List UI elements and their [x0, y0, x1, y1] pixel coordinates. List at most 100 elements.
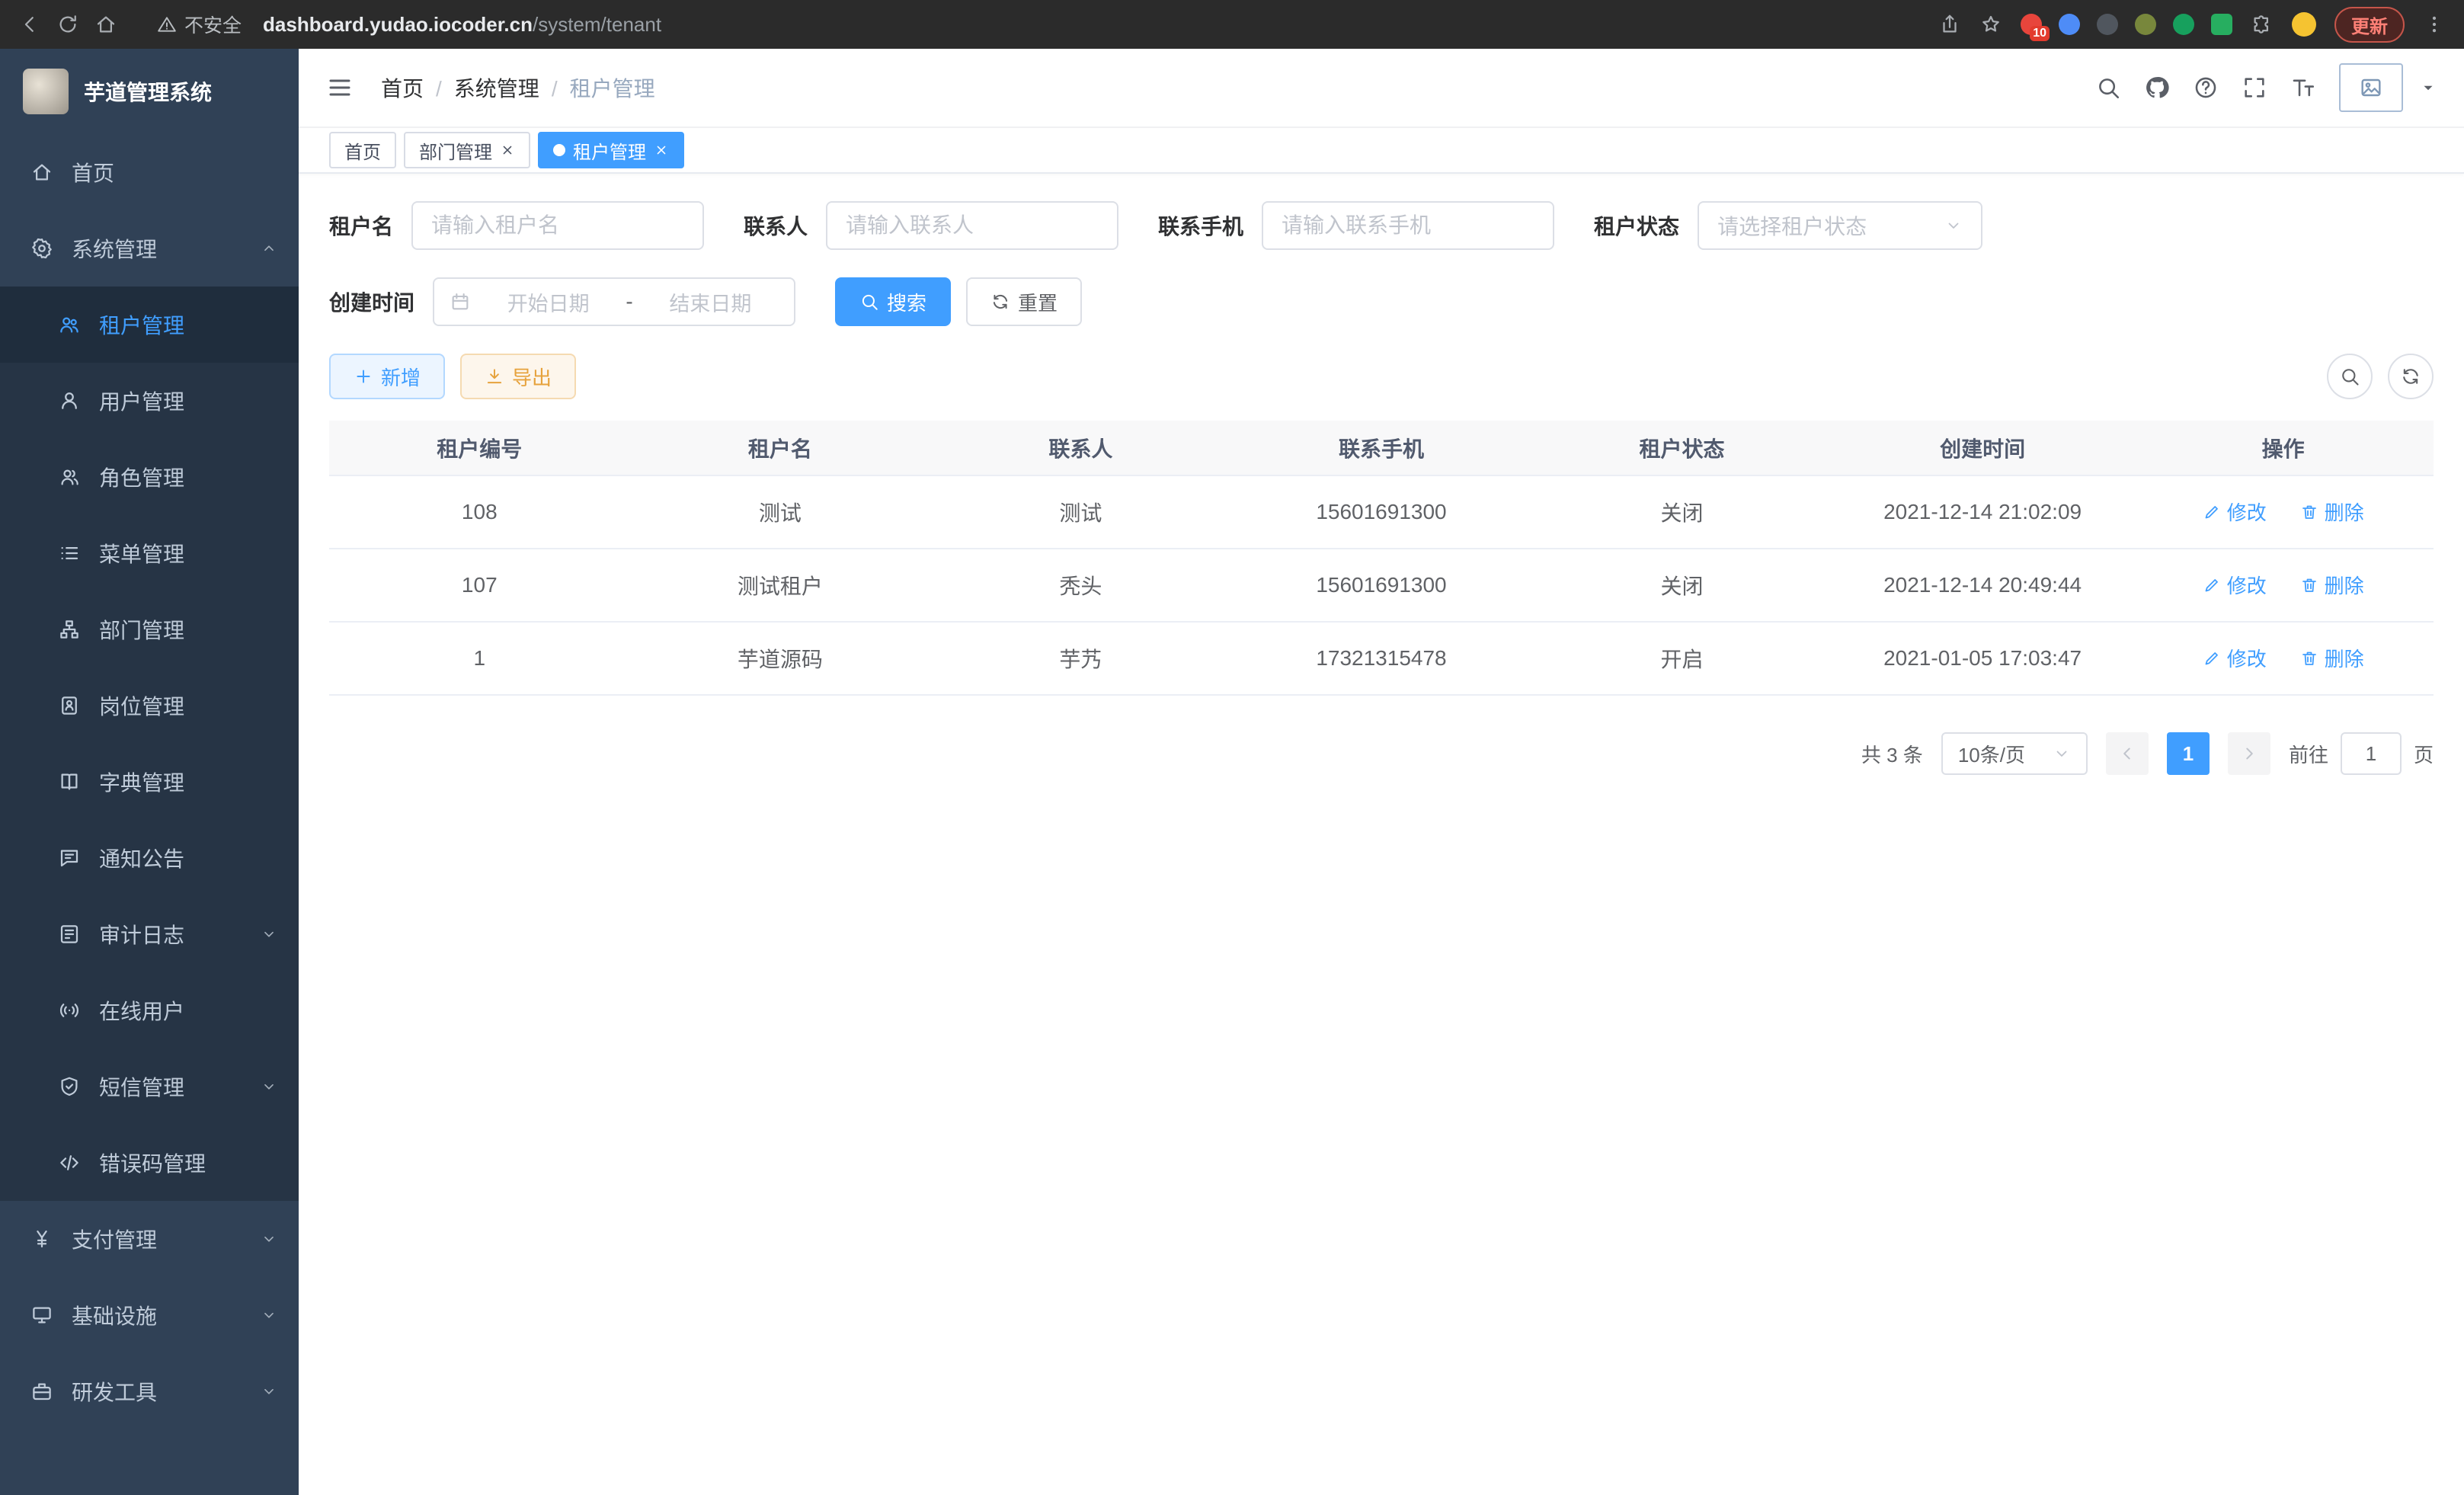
sidebar-menu-item[interactable]: 岗位管理 [0, 667, 299, 744]
sidebar-toggle-icon[interactable] [326, 74, 354, 101]
sidebar-menu-item[interactable]: 通知公告 [0, 820, 299, 896]
sidebar-menu-item[interactable]: 系统管理 [0, 210, 299, 287]
table-column-header: 联系人 [930, 421, 1231, 475]
warning-icon [157, 14, 177, 34]
github-icon[interactable] [2144, 75, 2170, 101]
extension-icon[interactable] [2135, 14, 2156, 35]
online-icon [58, 999, 81, 1022]
sidebar-menu-item[interactable]: 字典管理 [0, 744, 299, 820]
page-tab[interactable]: 租户管理 [538, 132, 684, 168]
search-button[interactable]: 搜索 [835, 277, 951, 326]
edit-link[interactable]: 修改 [2203, 644, 2267, 672]
user-avatar[interactable] [2339, 63, 2403, 112]
extension-icon[interactable] [2059, 14, 2080, 35]
prev-page-button[interactable] [2106, 732, 2149, 775]
page-size-select[interactable]: 10条/页 [1941, 732, 2088, 775]
cell-created: 2021-12-14 20:49:44 [1832, 549, 2133, 622]
browser-back-icon[interactable] [18, 13, 41, 36]
cell-contact: 芋艿 [930, 622, 1231, 695]
sidebar-menu-item[interactable]: 租户管理 [0, 287, 299, 363]
contact-input[interactable] [826, 201, 1118, 250]
cell-actions: 修改 删除 [2133, 475, 2434, 549]
refresh-table-button[interactable] [2388, 354, 2434, 399]
sidebar-menu-item[interactable]: 基础设施 [0, 1277, 299, 1353]
menu-item-label: 在线用户 [99, 995, 280, 1026]
user-icon [58, 389, 81, 412]
share-icon[interactable] [1938, 13, 1961, 36]
avatar-caret-icon[interactable] [2420, 79, 2437, 96]
browser-profile-avatar[interactable] [2292, 12, 2316, 37]
close-icon[interactable] [654, 142, 669, 158]
security-label: 不安全 [184, 11, 242, 38]
chevron-down-icon [1944, 216, 1963, 235]
breadcrumb-item[interactable]: 租户管理 [570, 72, 655, 103]
download-icon [485, 367, 504, 386]
sidebar-menu-item[interactable]: 审计日志 [0, 896, 299, 972]
extension-icon[interactable] [2173, 14, 2194, 35]
sidebar-menu-item[interactable]: 支付管理 [0, 1201, 299, 1277]
font-size-icon[interactable] [2290, 75, 2316, 101]
help-icon[interactable] [2193, 75, 2219, 101]
next-page-button[interactable] [2228, 732, 2270, 775]
security-indicator[interactable]: 不安全 [157, 11, 242, 38]
sidebar-menu-item[interactable]: 短信管理 [0, 1048, 299, 1125]
update-button[interactable]: 更新 [2334, 7, 2405, 43]
app-logo[interactable]: 芋道管理系统 [0, 49, 299, 134]
cell-tenant-name: 芋道源码 [630, 622, 931, 695]
reset-button[interactable]: 重置 [966, 277, 1082, 326]
breadcrumb-item[interactable]: 首页 [381, 72, 454, 103]
menu-item-label: 基础设施 [72, 1300, 242, 1330]
browser-menu-icon[interactable] [2423, 13, 2446, 36]
browser-home-icon[interactable] [94, 13, 117, 36]
export-button[interactable]: 导出 [460, 354, 576, 399]
close-icon[interactable] [500, 142, 515, 158]
breadcrumb-item[interactable]: 系统管理 [454, 72, 570, 103]
extension-icon[interactable] [2097, 14, 2118, 35]
sidebar-menu-item[interactable]: 角色管理 [0, 439, 299, 515]
page-jump-input[interactable] [2341, 732, 2402, 775]
tool-icon [30, 1380, 53, 1403]
bookmark-star-icon[interactable] [1979, 13, 2002, 36]
sidebar-menu-item[interactable]: 用户管理 [0, 363, 299, 439]
fullscreen-icon[interactable] [2242, 75, 2267, 101]
menu-item-label: 角色管理 [99, 462, 280, 492]
phone-input[interactable] [1262, 201, 1554, 250]
create-time-range[interactable]: 开始日期 - 结束日期 [433, 277, 795, 326]
pagination: 共 3 条 10条/页 1 前往 页 [329, 732, 2434, 775]
cell-tenant-id: 1 [329, 622, 630, 695]
date-end-placeholder: 结束日期 [642, 287, 779, 317]
page-jump: 前往 页 [2289, 732, 2434, 775]
sidebar-menu-item[interactable]: 在线用户 [0, 972, 299, 1048]
delete-link[interactable]: 删除 [2300, 498, 2364, 526]
delete-link[interactable]: 删除 [2300, 571, 2364, 599]
chevron-down-icon [2053, 744, 2071, 763]
page-tab[interactable]: 部门管理 [404, 132, 530, 168]
sidebar-menu-item[interactable]: 菜单管理 [0, 515, 299, 591]
cell-tenant-id: 108 [329, 475, 630, 549]
delete-link[interactable]: 删除 [2300, 644, 2364, 672]
page-number-button[interactable]: 1 [2167, 732, 2210, 775]
logo-image [23, 69, 69, 114]
sidebar-menu: 首页 系统管理 租户管理 [0, 134, 299, 1495]
extension-icon[interactable] [2211, 14, 2232, 35]
active-tab-dot [553, 144, 565, 156]
sidebar-menu-item[interactable]: 研发工具 [0, 1353, 299, 1429]
add-button[interactable]: 新增 [329, 354, 445, 399]
toggle-search-button[interactable] [2327, 354, 2373, 399]
sidebar-menu-item[interactable]: 部门管理 [0, 591, 299, 667]
page-tab[interactable]: 首页 [329, 132, 396, 168]
extensions-puzzle-icon[interactable] [2251, 13, 2274, 36]
url-path: /system/tenant [533, 13, 661, 36]
edit-link[interactable]: 修改 [2203, 571, 2267, 599]
extension-icon[interactable]: 10 [2021, 14, 2042, 35]
sidebar-menu-item[interactable]: 首页 [0, 134, 299, 210]
create-time-label: 创建时间 [329, 287, 414, 317]
sidebar: 芋道管理系统 首页 系统管理 [0, 49, 299, 1495]
browser-reload-icon[interactable] [56, 13, 79, 36]
sidebar-menu-item[interactable]: 错误码管理 [0, 1125, 299, 1201]
header-search-icon[interactable] [2095, 75, 2121, 101]
tenant-name-input[interactable] [411, 201, 704, 250]
edit-link[interactable]: 修改 [2203, 498, 2267, 526]
url-bar[interactable]: dashboard.yudao.iocoder.cn/system/tenant [263, 13, 661, 37]
tenant-status-select[interactable]: 请选择租户状态 [1698, 201, 1982, 250]
